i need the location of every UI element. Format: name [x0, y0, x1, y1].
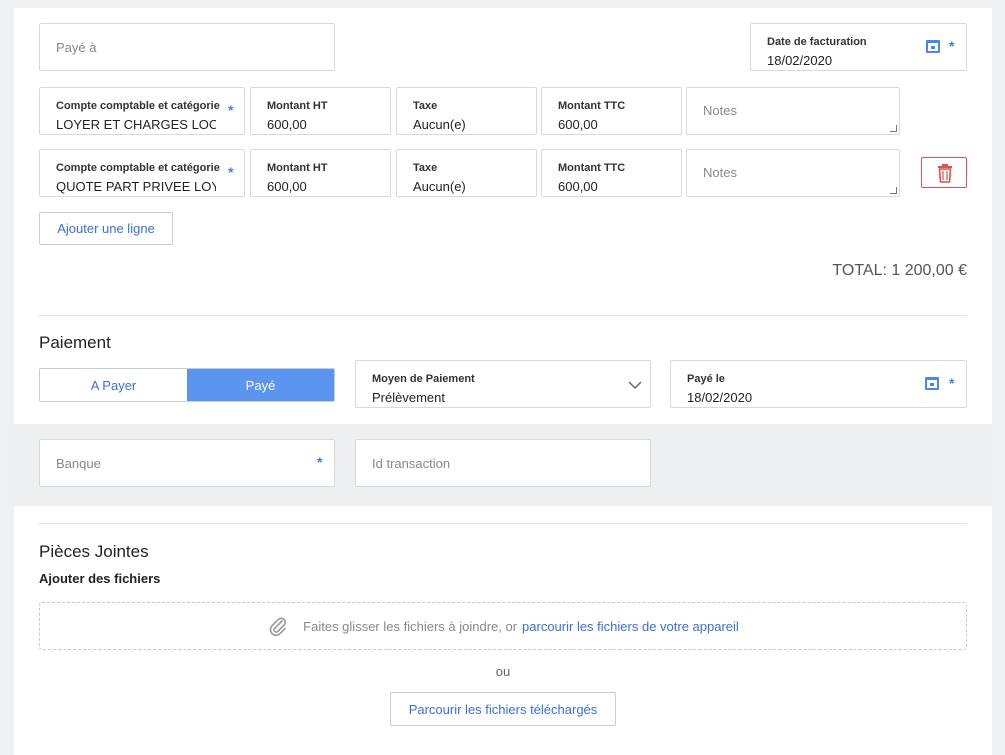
required-star: * [228, 102, 234, 118]
resize-handle[interactable] [890, 187, 897, 194]
banque-field[interactable]: Banque * [39, 439, 335, 487]
payment-title: Paiement [39, 333, 111, 352]
montant-ht-field[interactable]: Montant HT 600,00 [250, 149, 391, 197]
compte-field[interactable]: Compte comptable et catégorie LOYER ET C… [39, 87, 245, 135]
a-payer-option[interactable]: A Payer [40, 369, 187, 401]
payment-status-toggle: A Payer Payé [39, 368, 335, 402]
notes-placeholder: Notes [703, 103, 737, 118]
notes-field[interactable]: Notes [686, 149, 900, 197]
paye-a-placeholder: Payé à [56, 40, 97, 55]
resize-handle[interactable] [890, 125, 897, 132]
divider [39, 315, 967, 316]
taxe-field[interactable]: Taxe Aucun(e) [396, 87, 537, 135]
montant-ttc-field[interactable]: Montant TTC 600,00 [541, 87, 682, 135]
moyen-paiement-label: Moyen de Paiement [372, 373, 475, 385]
file-dropzone[interactable]: Faites glisser les fichiers à joindre, o… [39, 602, 967, 650]
required-star: * [228, 164, 234, 180]
attachments-title: Pièces Jointes [39, 542, 149, 561]
transaction-id-field[interactable]: Id transaction [355, 439, 651, 487]
compte-value: LOYER ET CHARGES LOCAT [56, 117, 216, 132]
taxe-field[interactable]: Taxe Aucun(e) [396, 149, 537, 197]
chevron-down-icon [628, 381, 642, 390]
montant-ht-label: Montant HT [267, 162, 328, 174]
dropzone-text: Faites glisser les fichiers à joindre, o… [303, 618, 518, 634]
montant-ttc-label: Montant TTC [558, 162, 626, 174]
compte-label: Compte comptable et catégorie [56, 162, 220, 174]
compte-field[interactable]: Compte comptable et catégorie QUOTE PART… [39, 149, 245, 197]
browse-uploaded-button[interactable]: Parcourir les fichiers téléchargés [390, 692, 616, 726]
browse-device-link[interactable]: parcourir les fichiers de votre appareil [522, 619, 739, 634]
compte-value: QUOTE PART PRIVEE LOYEF [56, 179, 216, 194]
total-amount: TOTAL: 1 200,00 € [832, 262, 967, 279]
paye-a-field[interactable]: Payé à [39, 23, 335, 71]
invoice-form: Payé à Date de facturation 18/02/2020 * … [14, 8, 992, 755]
notes-placeholder: Notes [703, 165, 737, 180]
paperclip-icon [269, 617, 287, 637]
transaction-placeholder: Id transaction [372, 456, 451, 471]
calendar-icon[interactable] [925, 377, 939, 390]
compte-label: Compte comptable et catégorie [56, 100, 220, 112]
montant-ttc-value: 600,00 [558, 179, 598, 194]
date-facturation-field[interactable]: Date de facturation 18/02/2020 * [750, 23, 967, 71]
taxe-label: Taxe [413, 100, 438, 112]
montant-ttc-value: 600,00 [558, 117, 598, 132]
montant-ttc-field[interactable]: Montant TTC 600,00 [541, 149, 682, 197]
paye-le-value: 18/02/2020 [687, 390, 753, 405]
delete-line-button[interactable] [921, 157, 967, 188]
taxe-label: Taxe [413, 162, 438, 174]
moyen-paiement-select[interactable]: Moyen de Paiement Prélèvement [355, 360, 651, 408]
banque-placeholder: Banque [56, 456, 101, 471]
paye-le-field[interactable]: Payé le 18/02/2020 * [670, 360, 967, 408]
divider [39, 523, 967, 524]
date-facturation-label: Date de facturation [767, 36, 867, 48]
add-line-button[interactable]: Ajouter une ligne [39, 212, 173, 245]
trash-icon [938, 164, 952, 183]
paye-option[interactable]: Payé [187, 369, 334, 401]
moyen-paiement-value: Prélèvement [372, 390, 445, 405]
calendar-icon[interactable] [926, 40, 940, 53]
attachments-subtitle: Ajouter des fichiers [39, 571, 161, 586]
notes-field[interactable]: Notes [686, 87, 900, 135]
montant-ht-field[interactable]: Montant HT 600,00 [250, 87, 391, 135]
date-facturation-value: 18/02/2020 [767, 53, 833, 68]
paye-le-label: Payé le [687, 373, 725, 385]
montant-ht-value: 600,00 [267, 117, 307, 132]
required-star: * [317, 454, 323, 470]
montant-ttc-label: Montant TTC [558, 100, 626, 112]
taxe-value: Aucun(e) [413, 179, 466, 194]
ou-separator: ou [495, 664, 511, 679]
montant-ht-value: 600,00 [267, 179, 307, 194]
montant-ht-label: Montant HT [267, 100, 328, 112]
required-star: * [949, 375, 955, 391]
required-star: * [949, 38, 955, 54]
taxe-value: Aucun(e) [413, 117, 466, 132]
